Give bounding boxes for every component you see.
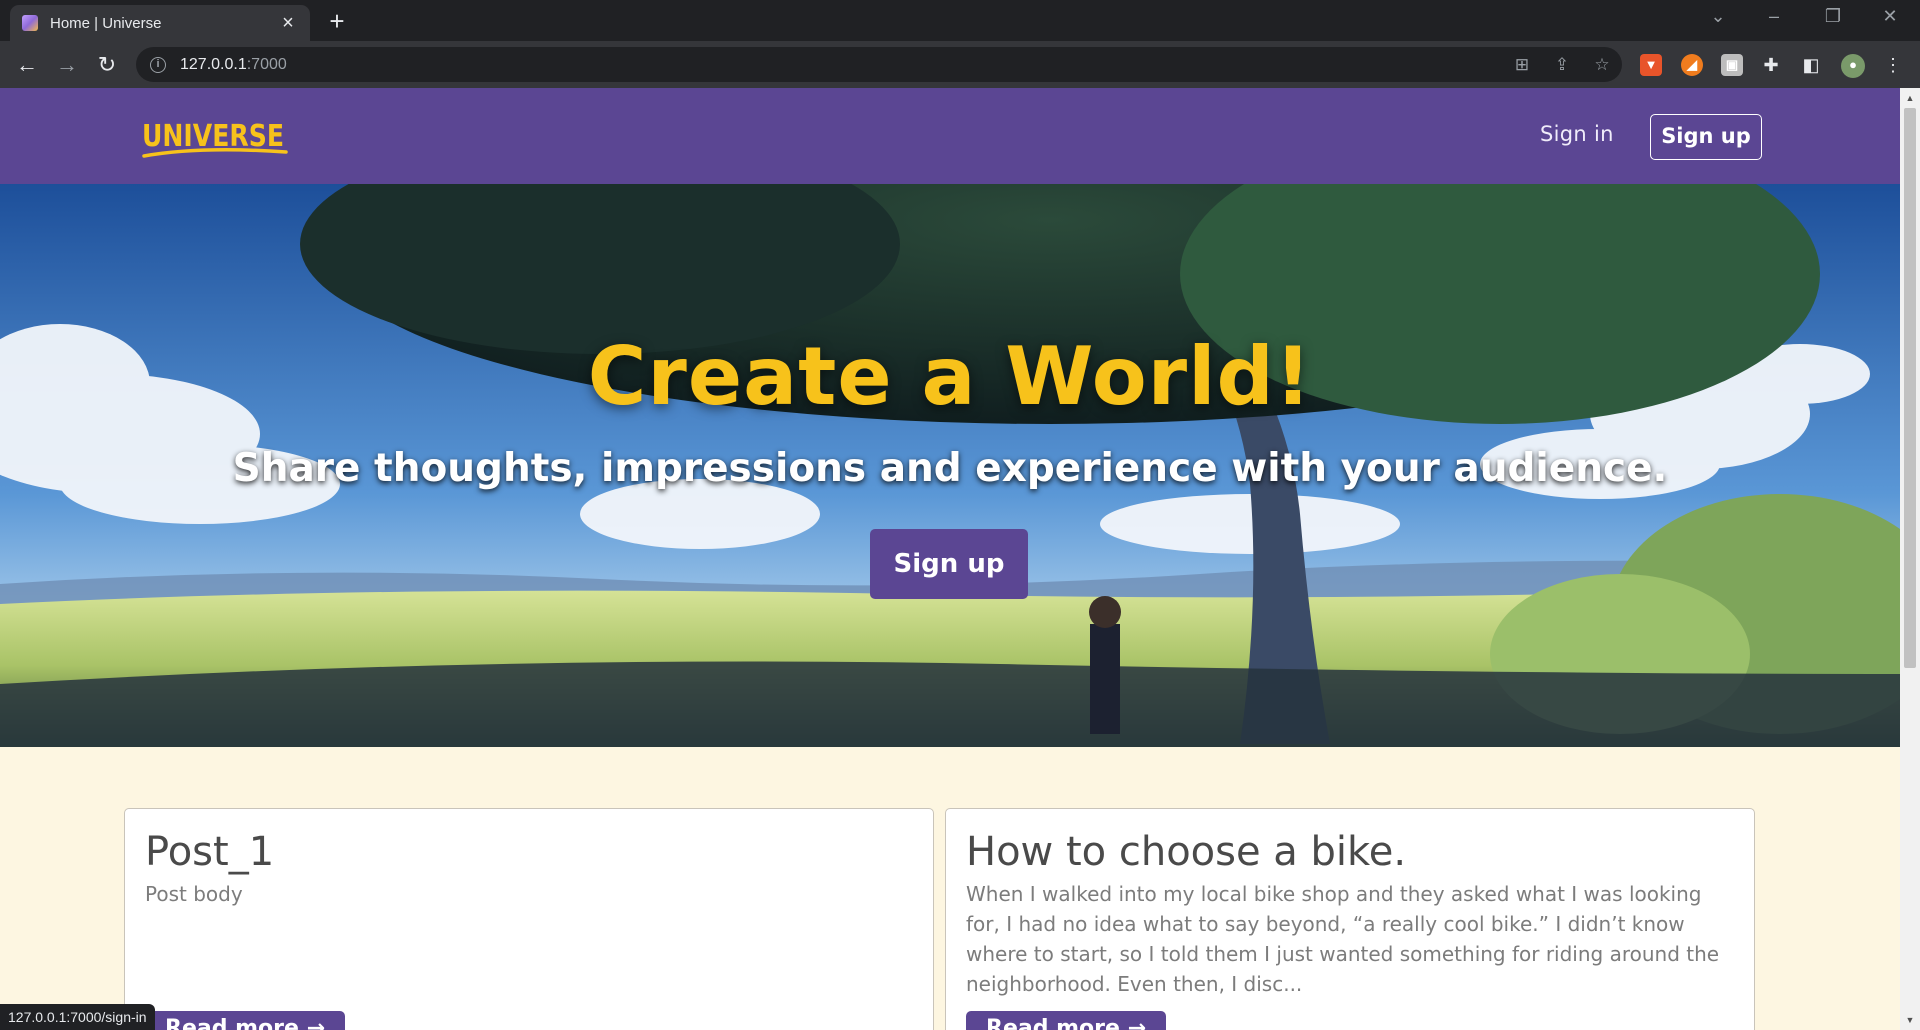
url-port: :7000 [246,55,287,73]
url-host: 127.0.0.1 [180,55,247,73]
minimize-icon[interactable]: – [1756,6,1792,27]
restore-icon[interactable]: ❐ [1815,6,1851,27]
reload-icon[interactable]: ↻ [92,50,122,80]
brave-extension-icon[interactable]: ▼ [1640,54,1662,76]
link-status-bar: 127.0.0.1:7000/sign-in [0,1004,155,1030]
share-icon[interactable]: ⇪ [1552,55,1572,75]
scroll-up-arrow-icon[interactable]: ▲ [1900,90,1920,106]
tab-search-icon[interactable]: ⌄ [1700,6,1736,27]
address-bar[interactable]: i 127.0.0.1:7000 ⊞ ⇪ ☆ [136,47,1622,82]
site-navbar: UNIVERSE Sign in Sign up [0,88,1900,184]
scrollbar-thumb[interactable] [1904,108,1916,668]
read-more-button[interactable]: Read more → [145,1011,346,1030]
bookmark-star-icon[interactable]: ☆ [1592,55,1612,75]
post-excerpt: When I walked into my local bike shop an… [966,882,1720,996]
browser-tab-strip: Home | Universe × + ⌄ – ❐ ✕ [0,0,1920,41]
post-excerpt: Post body [145,882,243,906]
close-tab-icon[interactable]: × [278,13,298,33]
browser-menu-icon[interactable]: ⋮ [1880,52,1906,78]
extension-gray-icon[interactable]: ▣ [1721,54,1743,76]
profile-avatar[interactable]: ● [1841,54,1865,78]
read-more-button[interactable]: Read more → [966,1011,1167,1030]
back-icon[interactable]: ← [12,50,42,80]
tab-title: Home | Universe [50,14,162,32]
browser-tab[interactable]: Home | Universe × [10,5,310,41]
extension-orange-icon[interactable]: ◢ [1681,54,1703,76]
new-tab-icon[interactable]: + [322,8,352,34]
post-title[interactable]: Post_1 [145,825,913,879]
scroll-down-arrow-icon[interactable]: ▼ [1900,1012,1920,1028]
page-viewport: UNIVERSE Sign in Sign up Create a World!… [0,88,1900,1030]
universe-logo[interactable]: UNIVERSE [140,110,290,166]
hero-banner: Create a World! Share thoughts, impressi… [0,184,1900,747]
site-info-icon[interactable]: i [150,56,166,73]
nav-sign-up-button[interactable]: Sign up [1650,114,1762,160]
nav-sign-in-link[interactable]: Sign in [1540,122,1614,146]
hero-title: Create a World! [587,330,1313,423]
translate-icon[interactable]: ⊞ [1512,55,1532,75]
forward-icon[interactable]: → [52,50,82,80]
favicon-icon [22,15,38,31]
side-panel-icon[interactable]: ◧ [1798,52,1824,78]
url-text: 127.0.0.1:7000 [180,56,287,74]
browser-toolbar: ← → ↻ i 127.0.0.1:7000 ⊞ ⇪ ☆ [0,41,1920,88]
post-card: Post_1 Post body Read more → [124,808,934,1030]
window-close-icon[interactable]: ✕ [1872,6,1908,27]
post-card: How to choose a bike. When I walked into… [945,808,1755,1030]
extensions-puzzle-icon[interactable]: ✚ [1758,52,1784,78]
post-title[interactable]: How to choose a bike. [966,825,1734,879]
hero-sign-up-button[interactable]: Sign up [870,529,1028,599]
hero-subtitle: Share thoughts, impressions and experien… [232,446,1668,491]
